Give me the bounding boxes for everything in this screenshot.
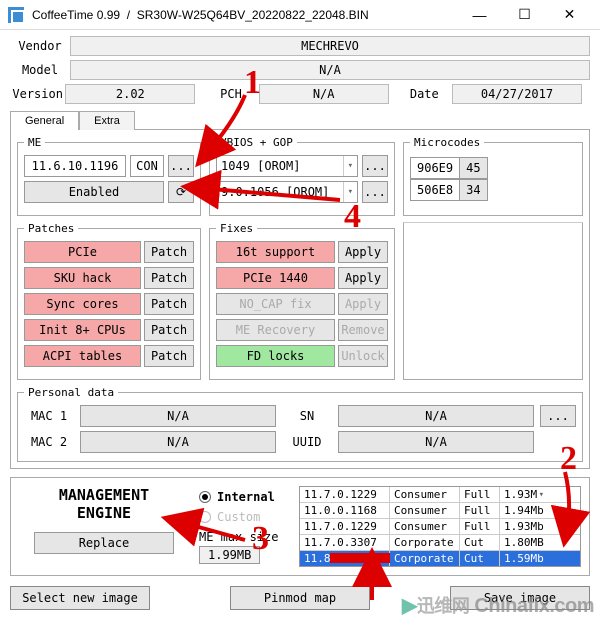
fixes-legend: Fixes — [216, 222, 257, 235]
radio-internal[interactable]: Internal — [199, 490, 289, 504]
me-refresh-button[interactable]: ⟳ — [168, 181, 194, 203]
maxsize-label: ME max size — [199, 530, 278, 544]
vbios-select-1[interactable]: 1049 [OROM]▾ — [216, 155, 358, 177]
date-value: 04/27/2017 — [452, 84, 582, 104]
me-status-button[interactable]: Enabled — [24, 181, 164, 203]
vendor-label: Vendor — [10, 39, 70, 53]
microcodes-legend: Microcodes — [410, 136, 484, 149]
patch-name[interactable]: PCIe — [24, 241, 141, 263]
fix-name[interactable]: ME Recovery — [216, 319, 335, 341]
microcodes-group: Microcodes 906E945 506E834 — [403, 136, 583, 216]
radio-icon — [199, 491, 211, 503]
microcodes-extra-group — [403, 222, 583, 380]
model-label: Model — [10, 63, 70, 77]
personal-data-group: Personal data MAC 1 N/A SN N/A ... MAC 2… — [17, 386, 583, 462]
patch-name[interactable]: Sync cores — [24, 293, 141, 315]
patch-name[interactable]: Init 8+ CPUs — [24, 319, 141, 341]
patch-action-button[interactable]: Patch — [144, 345, 194, 367]
mac1-label: MAC 1 — [24, 409, 74, 423]
uuid-value[interactable]: N/A — [338, 431, 534, 453]
vbios-browse-1-button[interactable]: ... — [362, 155, 388, 177]
mac2-label: MAC 2 — [24, 435, 74, 449]
titlebar: CoffeeTime 0.99 / SR30W-W25Q64BV_2022082… — [0, 0, 600, 30]
pch-value: N/A — [259, 84, 389, 104]
redaction-bar — [330, 553, 390, 563]
patch-name[interactable]: ACPI tables — [24, 345, 141, 367]
me-browse-button[interactable]: ... — [168, 155, 194, 177]
fix-name[interactable]: 16t support — [216, 241, 335, 263]
patches-legend: Patches — [24, 222, 78, 235]
date-label: Date — [397, 87, 452, 101]
fix-action-button[interactable]: Apply — [338, 241, 388, 263]
me-type: CON — [130, 155, 164, 177]
management-engine-panel: MANAGEMENTENGINE Replace Internal Custom… — [10, 477, 590, 576]
tab-extra[interactable]: Extra — [79, 111, 135, 130]
maximize-button[interactable]: ☐ — [502, 0, 547, 30]
table-row[interactable]: 11.0.0.1168ConsumerFull1.94Mb — [300, 503, 580, 519]
vbios-group: VBIOS + GOP 1049 [OROM]▾ ... 9.0.1056 [O… — [209, 136, 395, 216]
fix-name[interactable]: PCIe 1440 — [216, 267, 335, 289]
watermark: ▶迅维网 Chinafix.com — [402, 592, 594, 618]
management-engine-title: MANAGEMENTENGINE — [19, 486, 189, 522]
fix-action-button: Unlock — [338, 345, 388, 367]
tab-body-general: ME 11.6.10.1196 CON ... Enabled ⟳ VBIOS … — [10, 129, 590, 469]
fix-name[interactable]: NO_CAP fix — [216, 293, 335, 315]
chevron-down-icon: ▾ — [343, 182, 353, 202]
minimize-button[interactable]: — — [457, 0, 502, 30]
vbios-select-2[interactable]: 9.0.1056 [OROM]▾ — [216, 181, 358, 203]
table-row[interactable]: 11.7.0.1229ConsumerFull1.93Mb — [300, 519, 580, 535]
uuid-label: UUID — [282, 435, 332, 449]
sn-value[interactable]: N/A — [338, 405, 534, 427]
pinmod-map-button[interactable]: Pinmod map — [230, 586, 370, 610]
personal-browse-button[interactable]: ... — [540, 405, 576, 427]
replace-button[interactable]: Replace — [34, 532, 174, 554]
select-new-image-button[interactable]: Select new image — [10, 586, 150, 610]
fix-action-button: Apply — [338, 293, 388, 315]
patches-group: Patches PCIe PatchSKU hack PatchSync cor… — [17, 222, 201, 380]
app-icon — [8, 7, 24, 23]
table-row[interactable]: 11.7.0.3307CorporateCut1.80MB — [300, 535, 580, 551]
pch-label: PCH — [203, 87, 258, 101]
close-button[interactable]: ✕ — [547, 0, 592, 30]
me-group: ME 11.6.10.1196 CON ... Enabled ⟳ — [17, 136, 201, 216]
table-row[interactable]: 11.7.0.1229ConsumerFull1.93M▾ — [300, 487, 580, 503]
patch-action-button[interactable]: Patch — [144, 241, 194, 263]
patch-name[interactable]: SKU hack — [24, 267, 141, 289]
microcode-chip[interactable]: 906E945 — [410, 157, 488, 179]
version-value: 2.02 — [65, 84, 195, 104]
vendor-value: MECHREVO — [70, 36, 590, 56]
me-legend: ME — [24, 136, 45, 149]
fix-action-button[interactable]: Apply — [338, 267, 388, 289]
me-version: 11.6.10.1196 — [24, 155, 126, 177]
radio-custom: Custom — [199, 510, 289, 524]
model-value: N/A — [70, 60, 590, 80]
microcode-chip[interactable]: 506E834 — [410, 179, 488, 201]
radio-icon — [199, 511, 211, 523]
personal-legend: Personal data — [24, 386, 118, 399]
vbios-browse-2-button[interactable]: ... — [362, 181, 388, 203]
patch-action-button[interactable]: Patch — [144, 293, 194, 315]
chevron-down-icon: ▾ — [343, 156, 353, 176]
fixes-group: Fixes 16t support ApplyPCIe 1440 ApplyNO… — [209, 222, 395, 380]
mac1-value[interactable]: N/A — [80, 405, 276, 427]
tab-general[interactable]: General — [10, 111, 79, 130]
version-label: Version — [10, 87, 65, 101]
window-title: CoffeeTime 0.99 / SR30W-W25Q64BV_2022082… — [32, 8, 457, 22]
mac2-value[interactable]: N/A — [80, 431, 276, 453]
maxsize-value: 1.99MB — [199, 546, 260, 564]
fix-action-button: Remove — [338, 319, 388, 341]
fix-name[interactable]: FD locks — [216, 345, 335, 367]
vbios-legend: VBIOS + GOP — [216, 136, 297, 149]
patch-action-button[interactable]: Patch — [144, 319, 194, 341]
patch-action-button[interactable]: Patch — [144, 267, 194, 289]
sn-label: SN — [282, 409, 332, 423]
